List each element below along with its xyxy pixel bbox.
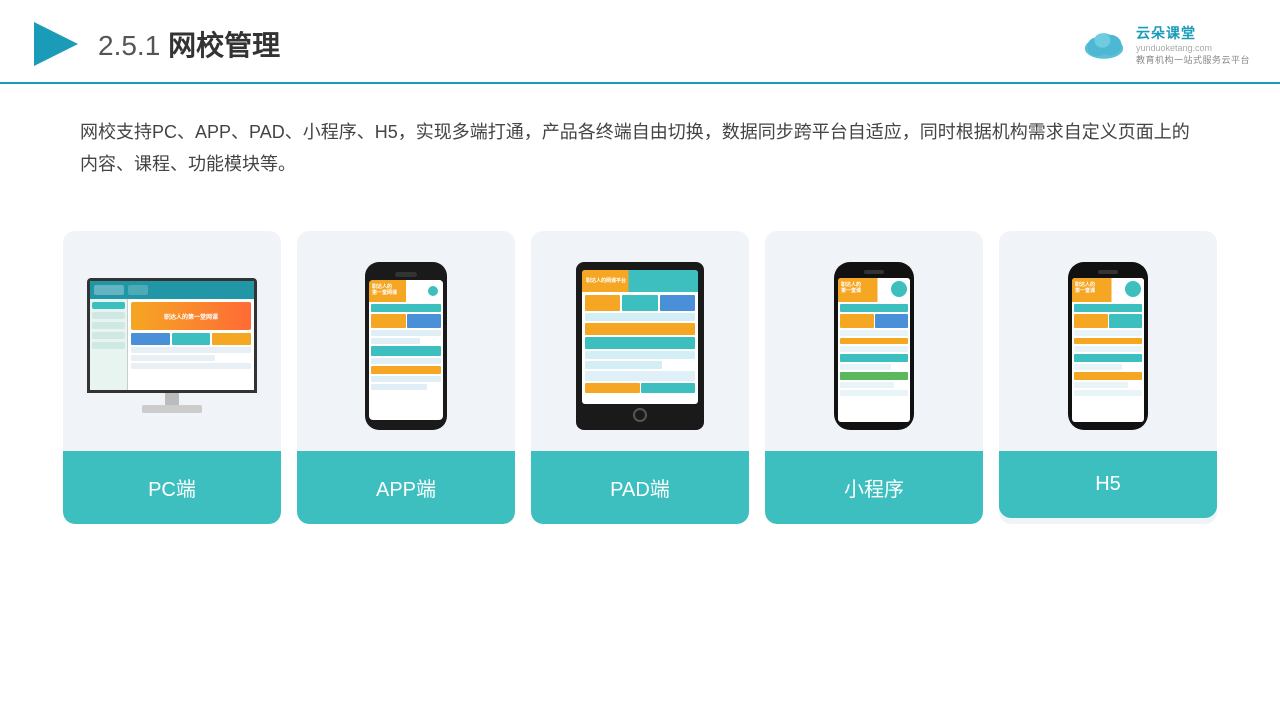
miniprogram-phone-mockup: 职达人的第一堂课 xyxy=(834,262,914,430)
card-pc: 职达人的第一堂网课 xyxy=(63,231,281,524)
card-pc-image: 职达人的第一堂网课 xyxy=(63,231,281,451)
card-miniprogram-label: 小程序 xyxy=(765,451,983,524)
card-miniprogram-image: 职达人的第一堂课 xyxy=(765,231,983,451)
logo-cloud-icon xyxy=(1080,26,1128,62)
logo-text: 云朵课堂 yunduoketang.com 教育机构一站式服务云平台 xyxy=(1136,23,1250,66)
card-h5-image: 职达人的第一堂课 xyxy=(999,231,1217,451)
pc-mockup: 职达人的第一堂网课 xyxy=(87,278,257,413)
header-left: 2.5.1 网校管理 xyxy=(30,18,280,70)
card-pc-label: PC端 xyxy=(63,451,281,524)
card-h5-label: H5 xyxy=(999,451,1217,518)
play-icon xyxy=(30,18,82,70)
card-app-image: 职达人的第一堂网课 xyxy=(297,231,515,451)
card-app-label: APP端 xyxy=(297,451,515,524)
page-header: 2.5.1 网校管理 云朵课堂 yunduoketang.com 教育机构一站式… xyxy=(0,0,1280,84)
platform-cards: 职达人的第一堂网课 xyxy=(0,211,1280,524)
page-title: 2.5.1 网校管理 xyxy=(98,24,280,64)
card-h5: 职达人的第一堂课 xyxy=(999,231,1217,524)
description-text: 网校支持PC、APP、PAD、小程序、H5，实现多端打通，产品各终端自由切换，数… xyxy=(0,84,1280,201)
app-phone-mockup: 职达人的第一堂网课 xyxy=(365,262,447,430)
h5-phone-mockup: 职达人的第一堂课 xyxy=(1068,262,1148,430)
card-app: 职达人的第一堂网课 xyxy=(297,231,515,524)
pad-tablet-mockup: 职达人的网课平台 xyxy=(576,262,704,430)
card-pad-image: 职达人的网课平台 xyxy=(531,231,749,451)
card-miniprogram: 职达人的第一堂课 xyxy=(765,231,983,524)
logo-area: 云朵课堂 yunduoketang.com 教育机构一站式服务云平台 xyxy=(1080,23,1250,66)
card-pad-label: PAD端 xyxy=(531,451,749,524)
card-pad: 职达人的网课平台 xyxy=(531,231,749,524)
